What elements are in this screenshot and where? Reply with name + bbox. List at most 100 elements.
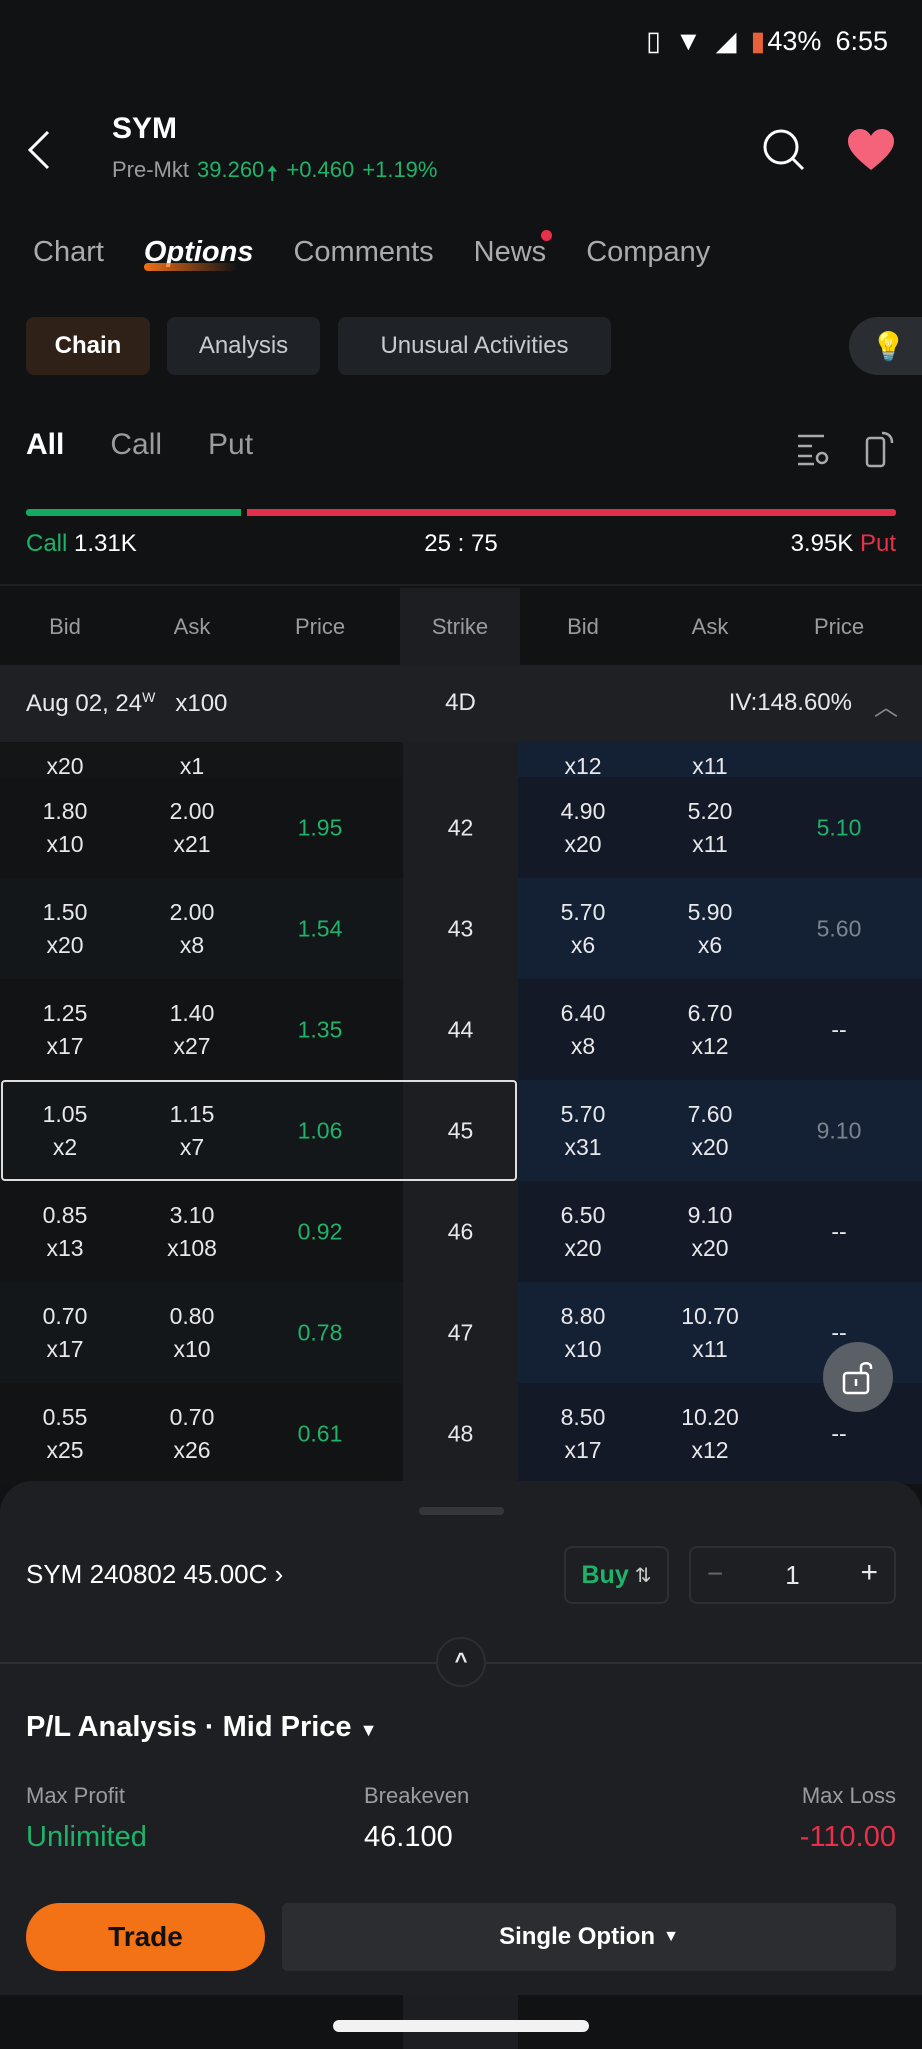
put-bid[interactable]: 5.70 x31 [523,1098,643,1164]
put-bid[interactable]: 6.40 x8 [523,997,643,1063]
tab-company[interactable]: Company [586,236,710,269]
put-ask[interactable]: 7.60 x20 [650,1098,770,1164]
strike: 47 [447,1319,474,1345]
filter-call[interactable]: Call [110,428,162,462]
put-volume: 3.95K Put [790,530,896,557]
home-indicator[interactable] [333,2020,589,2032]
chevron-up-icon[interactable]: ︿ [874,687,898,722]
change: +0.460 [286,157,355,182]
put-bid[interactable]: 4.90 x20 [523,795,643,861]
price: 39.260 [197,157,265,182]
max-loss-label: Max Loss [801,1783,896,1808]
back-icon[interactable] [26,130,52,170]
put-bid[interactable]: 5.70 x6 [523,896,643,962]
put-price[interactable]: 5.10 [779,811,899,844]
call-ask[interactable]: 2.00 x21 [132,795,252,861]
contract-link[interactable]: SYM 240802 45.00C › [26,1559,283,1590]
max-loss-value: -110.00 [799,1821,896,1853]
search-icon[interactable] [762,128,806,172]
max-profit-label: Max Profit [26,1783,126,1808]
strike-header: Strike [400,588,520,665]
call-price[interactable]: 1.95 [260,811,380,844]
pl-analysis-selector[interactable]: P/L Analysis · Mid Price ▼ [26,1711,377,1744]
call-bid[interactable]: 1.25 x17 [5,997,125,1063]
call-ask[interactable]: 3.10 x108 [132,1199,252,1265]
quantity-stepper[interactable]: − 1 + [689,1546,896,1604]
table-header: Bid Ask Price Strike Bid Ask Price [0,588,922,665]
vibrate-icon: ▯ [646,26,662,56]
clock: 6:55 [835,26,888,56]
call-price[interactable]: 0.92 [260,1215,380,1248]
call-bid[interactable]: 0.55 x25 [5,1401,125,1467]
subtab-analysis[interactable]: Analysis [167,317,320,375]
call-ask[interactable]: 0.80 x10 [132,1300,252,1366]
call-ask[interactable]: 1.40 x27 [132,997,252,1063]
put-ask[interactable]: 5.20 x11 [650,795,770,861]
put-ask[interactable]: 9.10 x20 [650,1199,770,1265]
table-row[interactable]: 1.05 x2 1.15 x7 1.06 45 5.70 x31 7.60 x20 9.… [0,1080,922,1181]
battery-icon: ▮ [750,26,766,56]
expiry-date: Aug 02, 24W x100 [26,689,228,717]
days-to-expiry: 4D [445,689,476,716]
call-bid[interactable]: 1.80 x10 [5,795,125,861]
put-price[interactable]: -- [779,1417,899,1450]
put-bid[interactable]: 8.80 x10 [523,1300,643,1366]
put-ask[interactable]: 6.70 x12 [650,997,770,1063]
put-price[interactable]: 9.10 [779,1114,899,1147]
call-price[interactable]: 0.78 [260,1316,380,1349]
expand-icon[interactable]: ^ [436,1637,486,1687]
tab-comments[interactable]: Comments [293,236,433,269]
filter-all[interactable]: All [26,428,64,462]
call-ask[interactable]: 2.00 x8 [132,896,252,962]
put-price[interactable]: 5.60 [779,912,899,945]
put-bid-header: Bid [567,613,599,639]
subtab-chain[interactable]: Chain [26,317,150,375]
call-price[interactable]: 1.35 [260,1013,380,1046]
call-bid[interactable]: 0.85 x13 [5,1199,125,1265]
side-toggle-button[interactable]: Buy ⇅ [564,1546,669,1604]
strategy-selector[interactable]: Single Option ▼ [282,1903,896,1971]
strike: 46 [447,1218,474,1244]
strike: 42 [447,814,474,840]
divider [0,584,922,586]
call-price-header: Price [294,613,346,639]
caret-down-icon: ▼ [359,1720,378,1740]
tab-chart[interactable]: Chart [33,236,104,269]
expiry-row[interactable]: Aug 02, 24W x100 4D IV:148.60% ︿ [0,665,922,742]
max-profit-value: Unlimited [26,1821,147,1853]
put-ask[interactable]: 10.70 x11 [650,1300,770,1366]
put-price[interactable]: -- [779,1215,899,1248]
subtab-unusual-activities[interactable]: Unusual Activities [338,317,611,375]
plus-icon[interactable]: + [860,1556,878,1590]
swap-icon: ⇅ [634,1564,652,1587]
rotate-screen-icon[interactable] [864,430,896,468]
unlock-icon[interactable] [823,1342,893,1412]
change-pct: +1.19% [362,157,438,182]
put-ask[interactable]: 5.90 x6 [650,896,770,962]
trade-button[interactable]: Trade [26,1903,265,1971]
call-bid[interactable]: 0.70 x17 [5,1300,125,1366]
drag-handle[interactable] [419,1507,504,1515]
put-ask[interactable]: 10.20 x12 [650,1401,770,1467]
lightbulb-icon[interactable]: 💡 [849,317,922,375]
call-bid[interactable]: 1.50 x20 [5,896,125,962]
call-ask[interactable]: 0.70 x26 [132,1401,252,1467]
call-price[interactable]: 1.54 [260,912,380,945]
put-price[interactable]: -- [779,1013,899,1046]
arrow-up-icon: 🠅 [266,161,279,186]
put-bid[interactable]: 6.50 x20 [523,1199,643,1265]
put-bid[interactable]: 8.50 x17 [523,1401,643,1467]
caret-down-icon: ▼ [663,1928,679,1945]
filter-settings-icon[interactable] [796,432,830,466]
symbol-title: SYM [112,112,178,145]
tab-news[interactable]: News [474,230,552,269]
filter-put[interactable]: Put [208,428,253,462]
type-filters: All Call Put [26,428,253,462]
tab-options[interactable]: Options [143,236,253,271]
put-volume-bar [247,509,896,516]
put-price[interactable]: -- [779,1316,899,1349]
heart-icon[interactable] [846,128,896,172]
status-bar: ▯ ▼ ◢ ▮ 43% 6:55 [646,26,888,57]
call-price[interactable]: 0.61 [260,1417,380,1450]
strike: 43 [447,915,474,941]
